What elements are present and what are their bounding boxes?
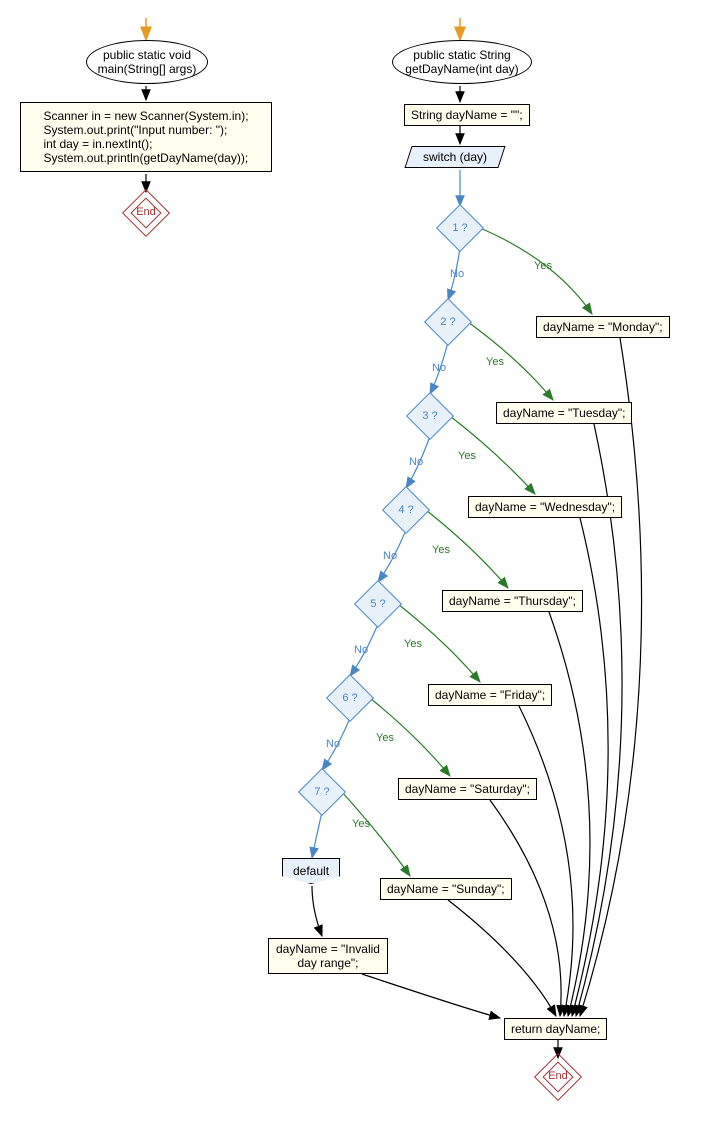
c2-yes: Yes <box>486 356 504 368</box>
case-5-action: dayName = "Friday"; <box>428 684 552 706</box>
default-label: default <box>293 864 329 878</box>
return-text: return dayName; <box>511 1022 600 1036</box>
case-2-label: 2 ? <box>440 316 455 328</box>
case-2-diamond: 2 ? <box>426 300 470 344</box>
case-1-action: dayName = "Monday"; <box>536 316 670 338</box>
main-body-text: Scanner in = new Scanner(System.in); Sys… <box>43 109 248 165</box>
case-7-diamond: 7 ? <box>300 770 344 814</box>
case-4-label: 4 ? <box>398 504 413 516</box>
case-4-diamond: 4 ? <box>384 488 428 532</box>
c1-yes: Yes <box>534 260 552 272</box>
func-end-label: End <box>541 1070 575 1082</box>
c2-no: No <box>432 362 446 374</box>
main-end: End <box>129 196 163 230</box>
case-4-action-text: dayName = "Thursday"; <box>449 594 576 608</box>
case-4-action: dayName = "Thursday"; <box>442 590 583 612</box>
main-body-rect: Scanner in = new Scanner(System.in); Sys… <box>20 102 272 172</box>
case-3-action-text: dayName = "Wednesday"; <box>475 500 615 514</box>
c7-yes: Yes <box>352 818 370 830</box>
case-6-diamond: 6 ? <box>328 676 372 720</box>
func-end: End <box>541 1060 575 1094</box>
default-node: default <box>282 858 340 884</box>
case-5-diamond: 5 ? <box>356 582 400 626</box>
case-6-action-text: dayName = "Saturday"; <box>405 782 530 796</box>
case-3-label: 3 ? <box>422 410 437 422</box>
c4-yes: Yes <box>432 544 450 556</box>
switch-label: switch (day) <box>423 150 487 164</box>
c6-no: No <box>326 738 340 750</box>
case-6-action: dayName = "Saturday"; <box>398 778 537 800</box>
init-text: String dayName = ""; <box>411 108 523 122</box>
case-2-action-text: dayName = "Tuesday"; <box>503 406 625 420</box>
c4-no: No <box>383 550 397 562</box>
default-action: dayName = "Invalid day range"; <box>268 938 388 974</box>
case-7-label: 7 ? <box>314 786 329 798</box>
main-entry-ellipse: public static void main(String[] args) <box>86 40 208 84</box>
case-1-action-text: dayName = "Monday"; <box>543 320 663 334</box>
init-rect: String dayName = ""; <box>404 104 530 126</box>
case-7-action-text: dayName = "Sunday"; <box>387 882 505 896</box>
case-1-diamond: 1 ? <box>438 206 482 250</box>
switch-node: switch (day) <box>404 146 505 168</box>
c1-no: No <box>450 268 464 280</box>
case-5-action-text: dayName = "Friday"; <box>435 688 545 702</box>
case-6-label: 6 ? <box>342 692 357 704</box>
c5-no: No <box>354 644 368 656</box>
c3-no: No <box>409 456 423 468</box>
func-entry-ellipse: public static String getDayName(int day) <box>392 40 532 84</box>
case-1-label: 1 ? <box>452 222 467 234</box>
default-action-text: dayName = "Invalid day range"; <box>276 942 380 970</box>
return-rect: return dayName; <box>504 1018 607 1040</box>
func-entry-label: public static String getDayName(int day) <box>405 48 518 76</box>
c3-yes: Yes <box>458 450 476 462</box>
case-5-label: 5 ? <box>370 598 385 610</box>
case-2-action: dayName = "Tuesday"; <box>496 402 632 424</box>
main-entry-label: public static void main(String[] args) <box>98 48 197 76</box>
case-7-action: dayName = "Sunday"; <box>380 878 512 900</box>
case-3-diamond: 3 ? <box>408 394 452 438</box>
main-end-label: End <box>129 206 163 218</box>
c5-yes: Yes <box>404 638 422 650</box>
case-3-action: dayName = "Wednesday"; <box>468 496 622 518</box>
c6-yes: Yes <box>376 732 394 744</box>
